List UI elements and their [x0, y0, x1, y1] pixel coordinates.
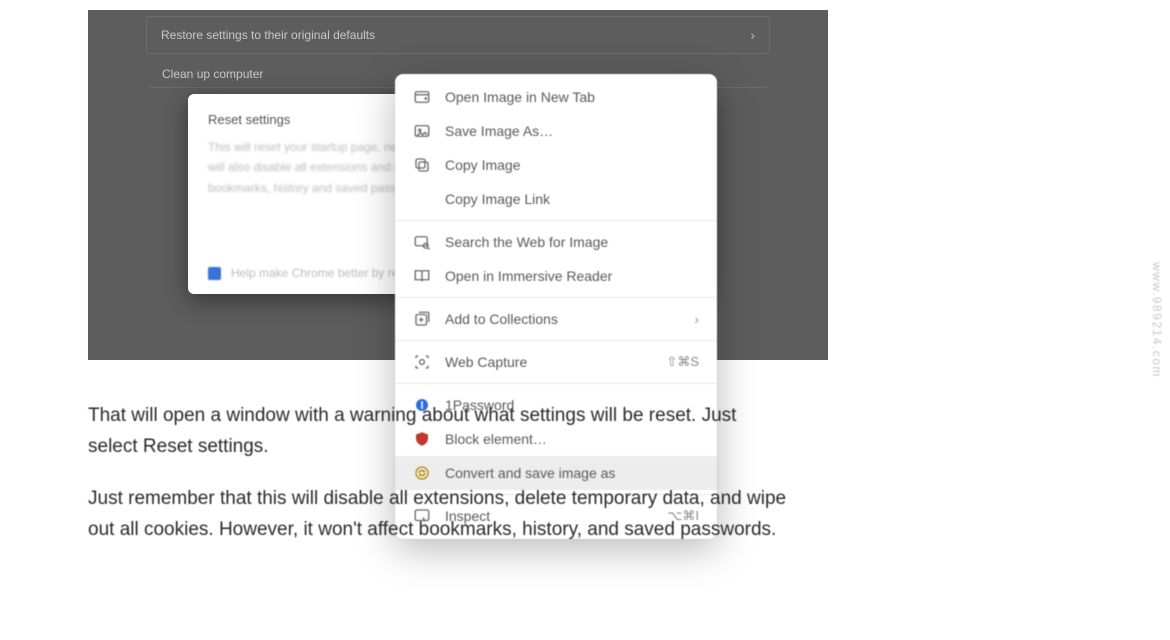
chevron-right-icon: ›	[694, 311, 699, 327]
ctx-copy-image-link[interactable]: Copy Image Link	[395, 182, 717, 216]
ctx-label: Search the Web for Image	[445, 234, 699, 250]
watermark: www.989214.com	[1150, 262, 1164, 378]
ctx-label: Save Image As…	[445, 123, 699, 139]
ctx-search-web-image[interactable]: Search the Web for Image	[395, 225, 717, 259]
ctx-label: Open Image in New Tab	[445, 89, 699, 105]
ctx-open-image-new-tab[interactable]: Open Image in New Tab	[395, 80, 717, 114]
context-menu-separator	[395, 297, 717, 298]
web-capture-icon	[413, 353, 431, 371]
blank-icon	[413, 190, 431, 208]
settings-row-reset[interactable]: Restore settings to their original defau…	[146, 16, 770, 54]
article-body: That will open a window with a warning a…	[88, 400, 788, 565]
save-icon	[413, 122, 431, 140]
ctx-shortcut: ⇧⌘S	[666, 354, 699, 370]
book-open-icon	[413, 267, 431, 285]
settings-row-label: Restore settings to their original defau…	[161, 28, 375, 42]
context-menu-separator	[395, 340, 717, 341]
settings-row-label: Clean up computer	[162, 67, 263, 81]
dialog-footer-text: Help make Chrome better by report	[231, 266, 419, 280]
ctx-save-image-as[interactable]: Save Image As…	[395, 114, 717, 148]
copy-icon	[413, 156, 431, 174]
ctx-immersive-reader[interactable]: Open in Immersive Reader	[395, 259, 717, 293]
ctx-label: Web Capture	[445, 354, 652, 370]
context-menu-separator	[395, 220, 717, 221]
context-menu-separator	[395, 383, 717, 384]
page: Restore settings to their original defau…	[0, 0, 1170, 640]
ctx-label: Add to Collections	[445, 311, 680, 327]
article-paragraph: Just remember that this will disable all…	[88, 483, 788, 546]
search-icon	[413, 233, 431, 251]
ctx-web-capture[interactable]: Web Capture ⇧⌘S	[395, 345, 717, 379]
collections-icon	[413, 310, 431, 328]
dialog-footer: Help make Chrome better by report	[208, 266, 419, 280]
checkbox-icon[interactable]	[208, 267, 221, 280]
ctx-copy-image[interactable]: Copy Image	[395, 148, 717, 182]
article-paragraph: That will open a window with a warning a…	[88, 400, 788, 463]
new-tab-icon	[413, 88, 431, 106]
ctx-label: Copy Image Link	[445, 191, 699, 207]
ctx-label: Copy Image	[445, 157, 699, 173]
ctx-label: Open in Immersive Reader	[445, 268, 699, 284]
chevron-right-icon: ›	[750, 27, 755, 43]
ctx-add-to-collections[interactable]: Add to Collections ›	[395, 302, 717, 336]
